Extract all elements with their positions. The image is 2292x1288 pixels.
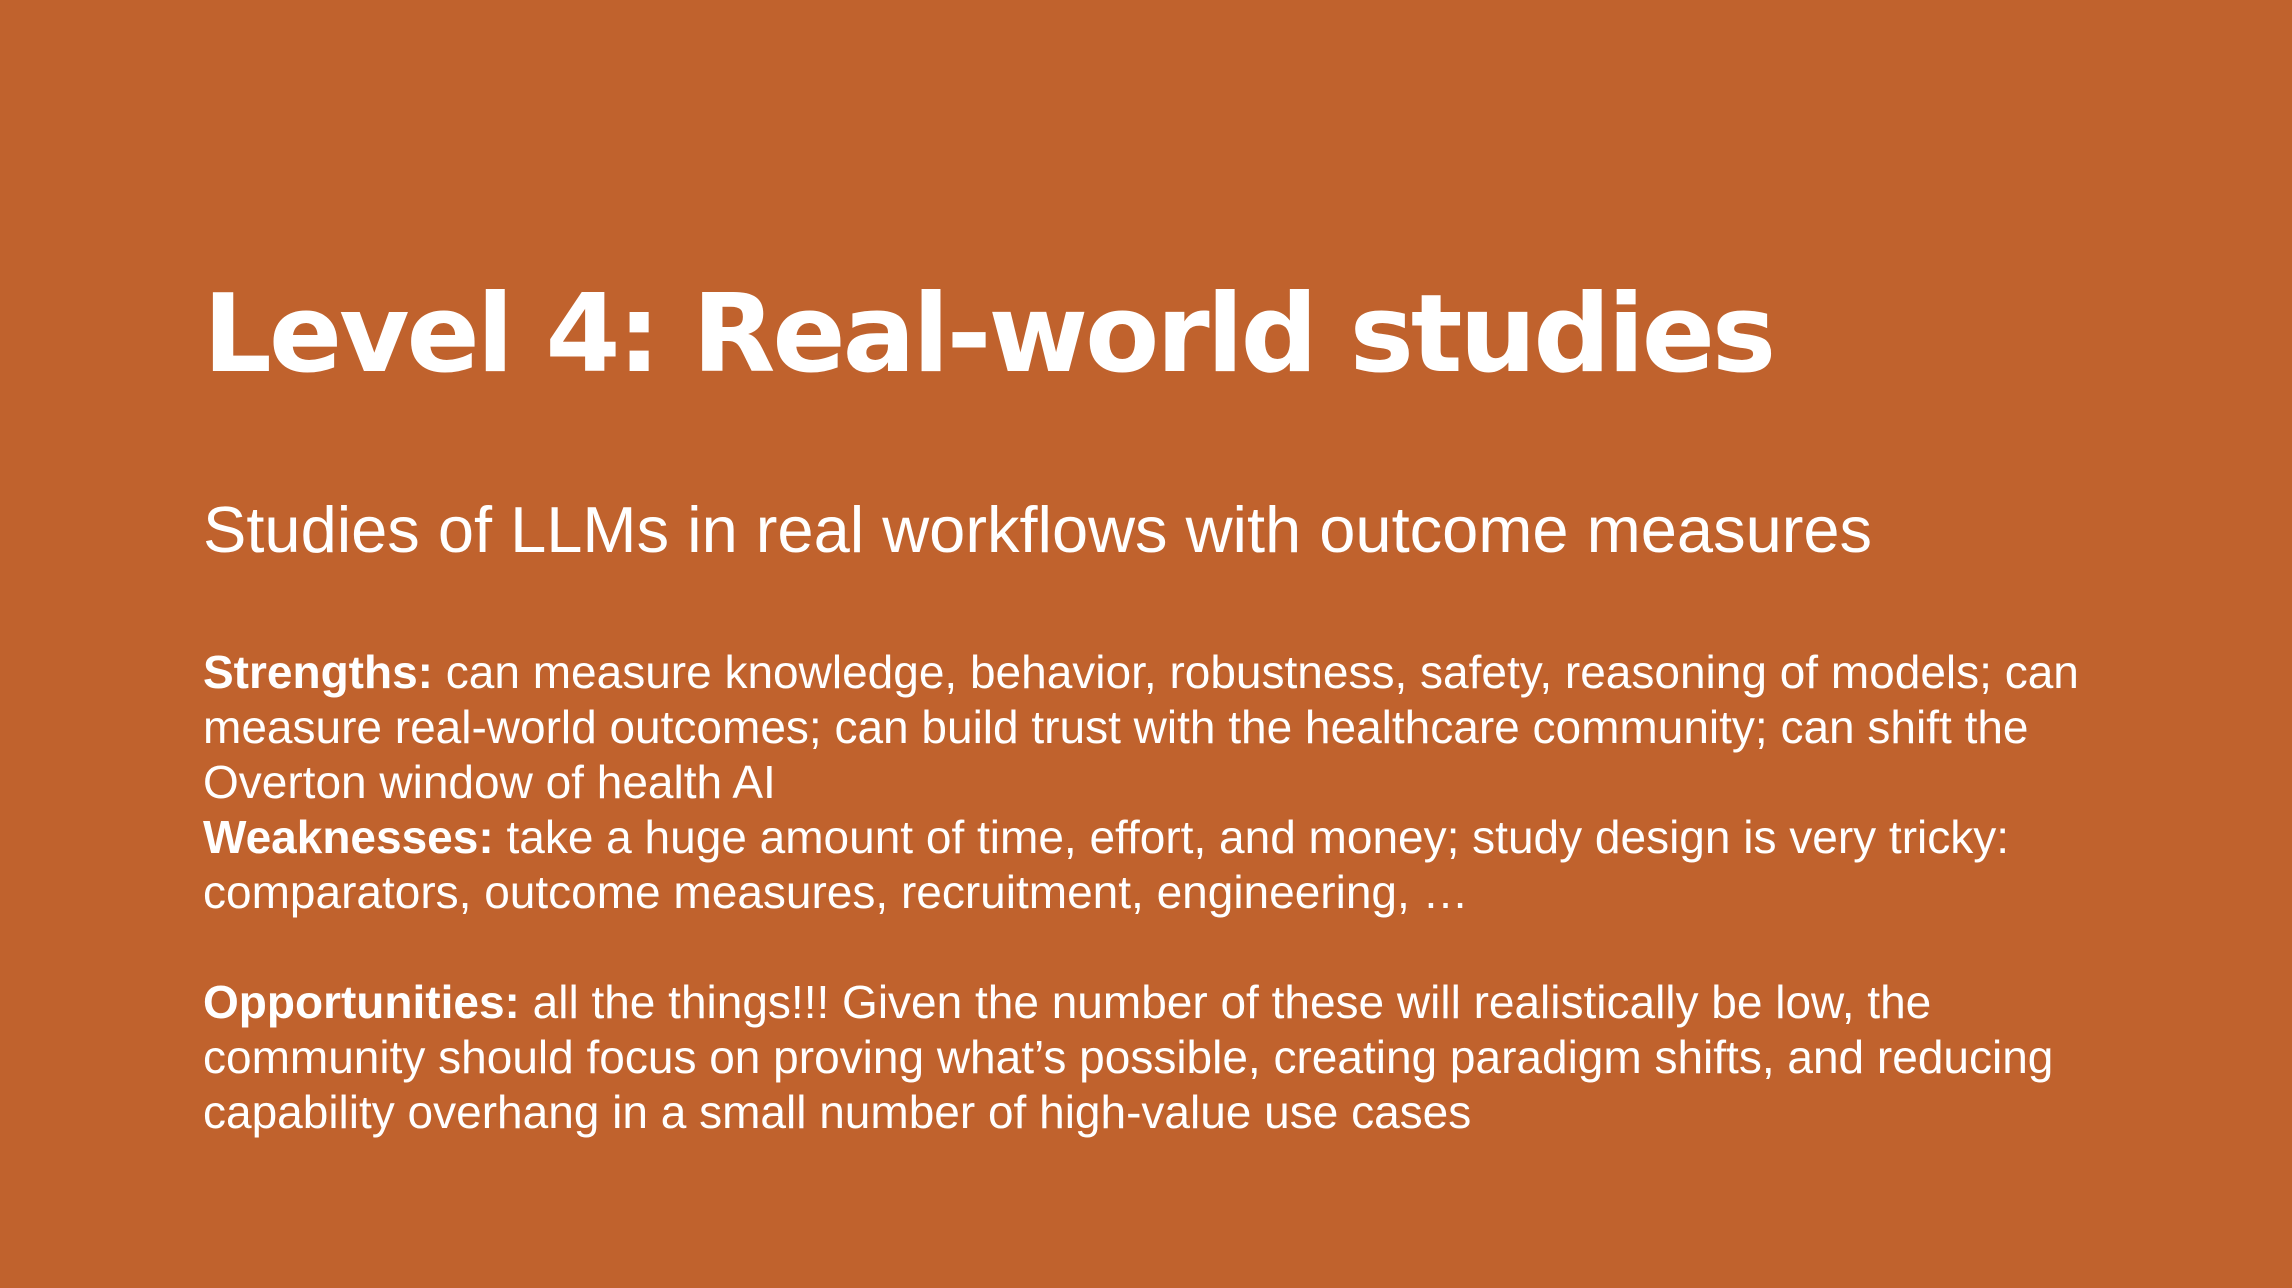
slide: Level 4: Real-world studies Studies of L… [0, 0, 2292, 1288]
weaknesses-paragraph: Weaknesses: take a huge amount of time, … [203, 810, 2103, 920]
strengths-paragraph: Strengths: can measure knowledge, behavi… [203, 645, 2103, 810]
slide-body: Strengths: can measure knowledge, behavi… [203, 645, 2103, 1140]
opportunities-paragraph: Opportunities: all the things!!! Given t… [203, 975, 2103, 1140]
strengths-text: can measure knowledge, behavior, robustn… [203, 646, 2079, 808]
slide-subtitle: Studies of LLMs in real workflows with o… [203, 493, 1873, 566]
opportunities-label: Opportunities: [203, 976, 520, 1028]
slide-title: Level 4: Real-world studies [203, 272, 1776, 397]
strengths-label: Strengths: [203, 646, 433, 698]
weaknesses-label: Weaknesses: [203, 811, 494, 863]
